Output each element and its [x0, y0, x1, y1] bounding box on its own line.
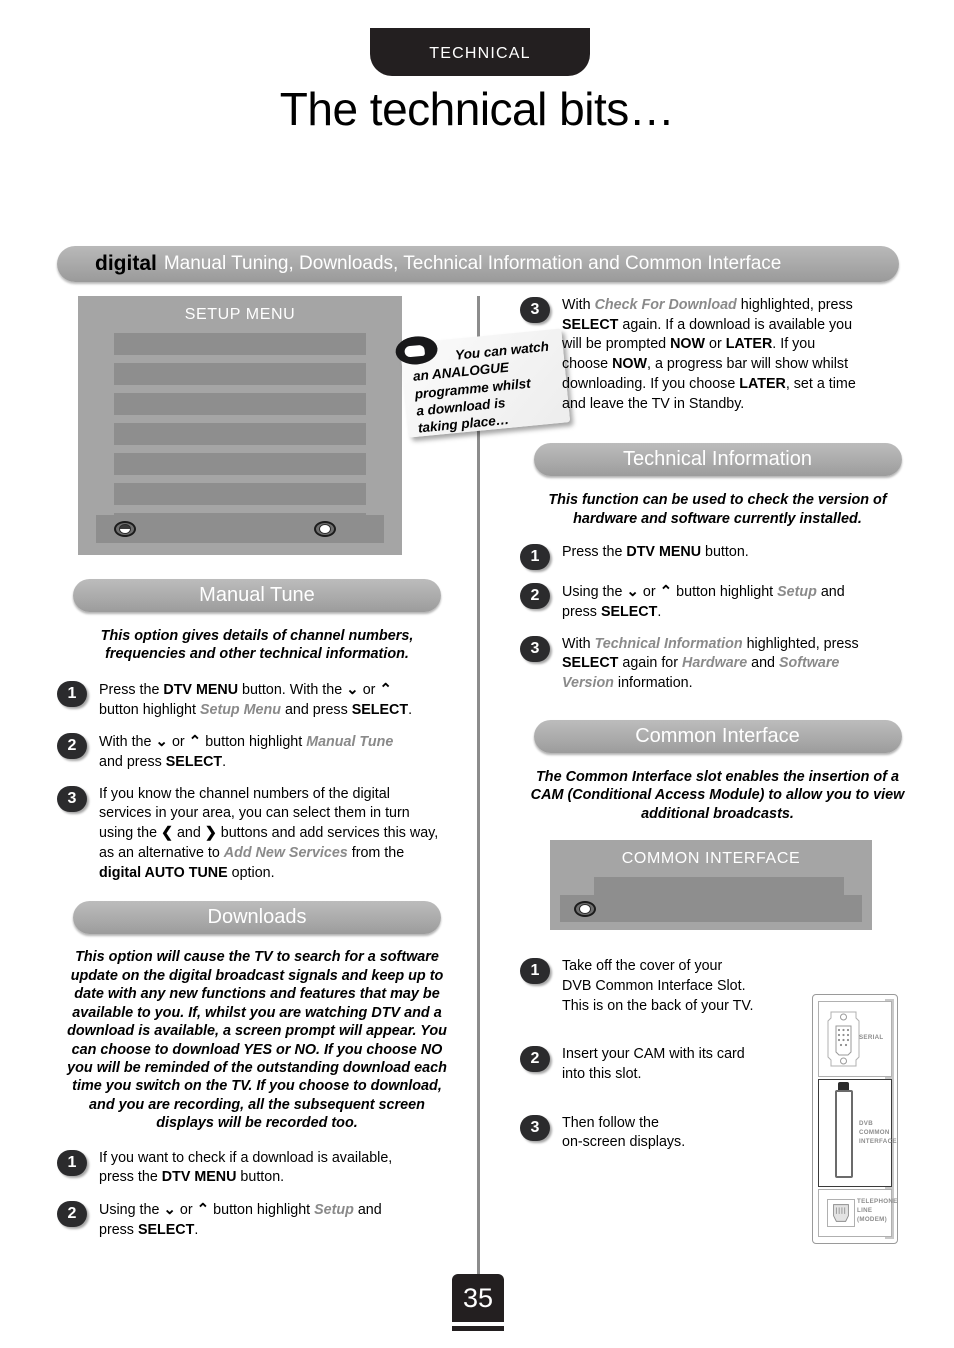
manual-tune-intro: This option gives details of channel num…	[100, 628, 414, 663]
common-interface-bottom-bar	[560, 895, 862, 923]
rj11-glyph	[833, 1204, 849, 1222]
digital-banner-brand: digital	[95, 252, 157, 275]
technical-information-intro: This function can be used to check the v…	[548, 492, 887, 527]
column-divider	[477, 296, 480, 1282]
telephone-port-block: TELEPHONE LINE (MODEM)	[818, 1189, 897, 1237]
common-interface-step-1: 1 Take off the cover of your DVB Common …	[520, 957, 790, 1016]
section-title-technical-information: Technical Information	[533, 443, 902, 477]
manual-tune-step-2: 2 With the ⌄ or ⌃ button highlight Manua…	[57, 732, 457, 772]
left-column: SETUP MENU Manual Tune This option gives…	[57, 296, 457, 1241]
technical-information-step-1: 1 Press the DTV MENU button.	[520, 543, 915, 571]
step-number-badge: 3	[520, 635, 550, 662]
section-tab-technical: TECHNICAL	[370, 32, 590, 76]
step-text: Then follow the on-screen displays.	[562, 1114, 686, 1151]
setup-menu-row	[114, 393, 366, 415]
step-text: If you want to check if a download is av…	[99, 1149, 393, 1186]
step-number-badge: 3	[520, 1114, 550, 1141]
step-number-badge: 1	[57, 1149, 87, 1176]
section-title-label: Downloads	[207, 906, 307, 929]
dvb-ci-slot-block: DVB COMMON INTERFACE	[818, 1079, 896, 1187]
dvb-ci-label: DVB COMMON INTERFACE	[859, 1120, 897, 1145]
ci-slot-icon	[835, 1090, 853, 1178]
common-interface-screen: COMMON INTERFACE	[550, 840, 872, 931]
section-title-label: Manual Tune	[199, 584, 315, 606]
common-interface-intro: The Common Interface slot enables the in…	[530, 768, 905, 822]
downloads-step-3: 3 With Check For Download highlighted, p…	[520, 296, 915, 414]
setup-menu-row	[114, 483, 366, 505]
step-text: Using the ⌄ or ⌃ button highlight Setup …	[562, 583, 845, 620]
setup-menu-row	[114, 453, 366, 475]
technical-information-step-2: 2 Using the ⌄ or ⌃ button highlight Setu…	[520, 582, 915, 622]
setup-menu-row	[114, 363, 366, 385]
section-tab-label: TECHNICAL	[429, 45, 531, 62]
downloads-intro: This option will cause the TV to search …	[67, 949, 447, 1132]
section-title-common-interface: Common Interface	[533, 719, 902, 753]
setup-menu-screen-title: SETUP MENU	[184, 306, 296, 323]
step-number-badge: 3	[520, 297, 550, 323]
setup-menu-bottom-bar	[96, 515, 384, 543]
digital-banner-text: Manual Tuning, Downloads, Technical Info…	[163, 253, 782, 274]
step-number-badge: 1	[520, 544, 550, 571]
step-text: With Check For Download highlighted, pre…	[562, 297, 856, 412]
common-interface-step-2: 2 Insert your CAM with its card into thi…	[520, 1045, 790, 1084]
step-text: With Technical Information highlighted, …	[562, 635, 859, 692]
serial-port-icon	[827, 1011, 860, 1067]
digital-banner: digital Manual Tuning, Downloads, Techni…	[57, 246, 899, 282]
disc-icon	[574, 900, 596, 917]
section-title-label: Common Interface	[635, 724, 800, 747]
manual-tune-step-3: 3 If you know the channel numbers of the…	[57, 785, 457, 884]
serial-port-block: SERIAL	[818, 1001, 892, 1077]
step-text: Take off the cover of your DVB Common In…	[562, 958, 754, 1014]
manual-tune-step-1: 1 Press the DTV MENU button. With the ⌄ …	[57, 680, 457, 720]
rj11-jack-icon	[827, 1199, 855, 1227]
page-title: The technical bits…	[279, 83, 675, 135]
section-title-manual-tune: Manual Tune	[73, 579, 441, 612]
disc-icon	[314, 521, 336, 537]
step-text: Press the DTV MENU button.	[562, 544, 749, 561]
step-number-badge: 1	[520, 958, 550, 985]
section-title-downloads: Downloads	[73, 901, 441, 935]
setup-menu-row	[114, 333, 366, 355]
downloads-step-2: 2 Using the ⌄ or ⌃ button highlight Setu…	[57, 1200, 457, 1240]
step-number-badge: 3	[57, 785, 87, 812]
step-number-badge: 2	[57, 733, 87, 760]
step-text: Insert your CAM with its card into this …	[562, 1046, 745, 1082]
step-text: Press the DTV MENU button. With the ⌄ or…	[99, 680, 413, 718]
step-text: With the ⌄ or ⌃ button highlight Manual …	[99, 733, 394, 771]
step-number-badge: 2	[57, 1201, 87, 1228]
setup-menu-row	[114, 423, 366, 445]
common-interface-screen-title: COMMON INTERFACE	[621, 850, 801, 868]
step-number-badge: 2	[520, 583, 550, 610]
setup-menu-screen: SETUP MENU	[78, 296, 402, 555]
common-interface-step-3: 3 Then follow the on-screen displays.	[520, 1114, 790, 1153]
page-number-underline	[452, 1326, 504, 1331]
serial-port-label: SERIAL	[859, 1034, 884, 1041]
technical-information-step-3: 3 With Technical Information highlighted…	[520, 635, 915, 694]
telephone-line-label: TELEPHONE LINE (MODEM)	[857, 1198, 898, 1223]
step-text: If you know the channel numbers of the d…	[99, 785, 439, 881]
connector-panel-diagram: SERIAL DVB COMMON INTERFACE TELEPHONE LI…	[812, 994, 898, 1244]
section-title-label: Technical Information	[623, 448, 812, 471]
downloads-step-1: 1 If you want to check if a download is …	[57, 1149, 457, 1188]
disc-half-icon	[114, 521, 136, 537]
step-number-badge: 2	[520, 1046, 550, 1073]
page-number: 35	[452, 1274, 504, 1322]
step-text: Using the ⌄ or ⌃ button highlight Setup …	[99, 1201, 382, 1238]
step-number-badge: 1	[57, 680, 87, 707]
